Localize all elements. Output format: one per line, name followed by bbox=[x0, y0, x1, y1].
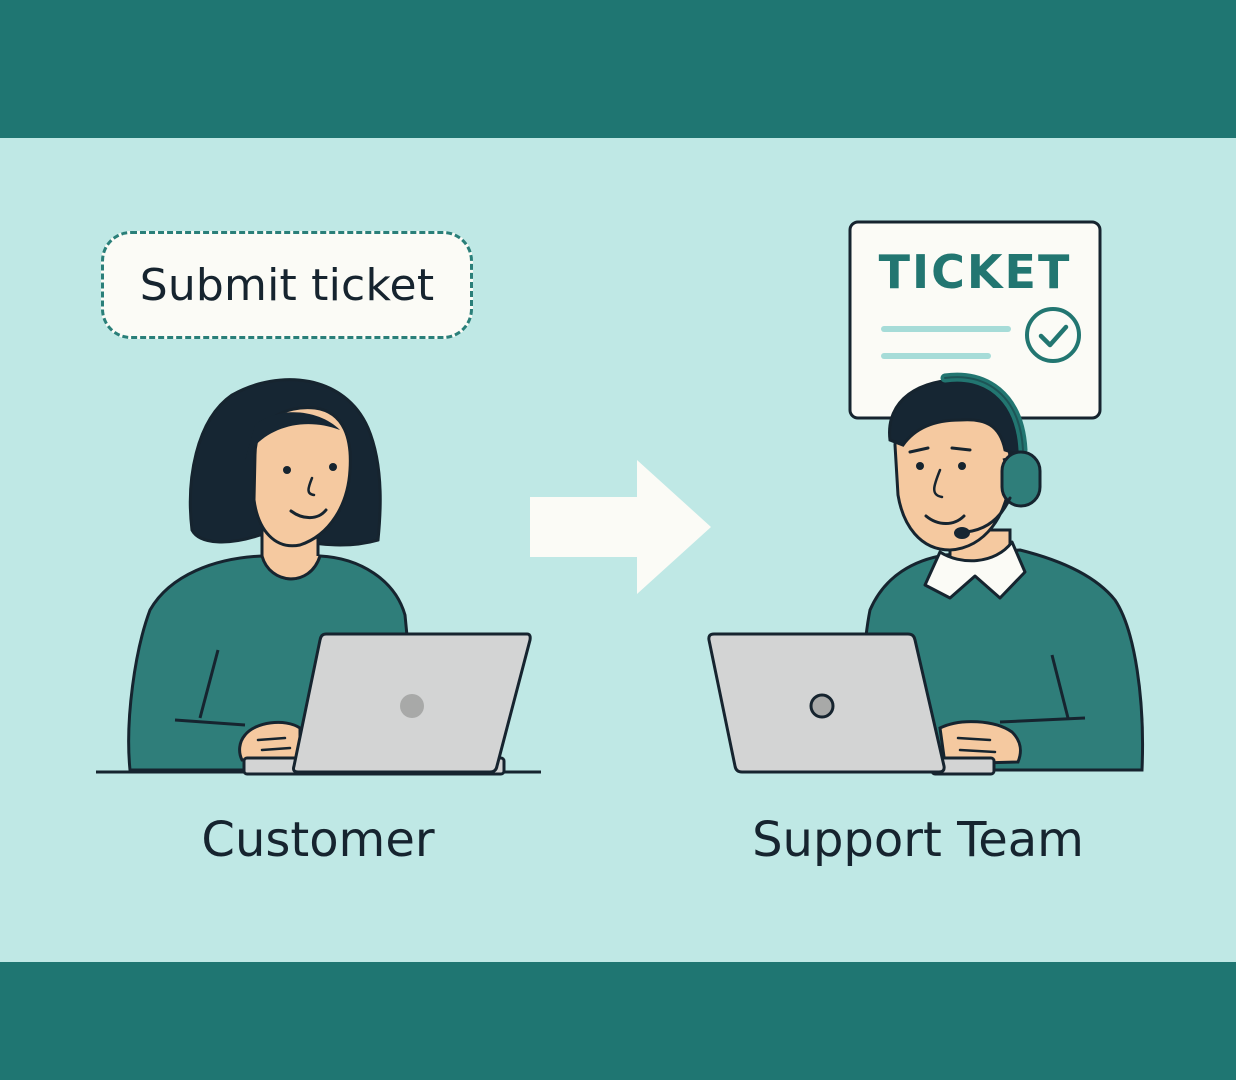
submit-ticket-bubble: Submit ticket bbox=[101, 231, 473, 339]
illustration-canvas: Submit ticket TICKET Customer Support Te… bbox=[0, 0, 1236, 1080]
ticket-title: TICKET bbox=[878, 245, 1072, 299]
scene-drawing bbox=[96, 220, 1144, 776]
arrow-right-icon bbox=[530, 460, 711, 594]
customer-label: Customer bbox=[201, 812, 435, 868]
support-team-label: Support Team bbox=[752, 812, 1084, 868]
